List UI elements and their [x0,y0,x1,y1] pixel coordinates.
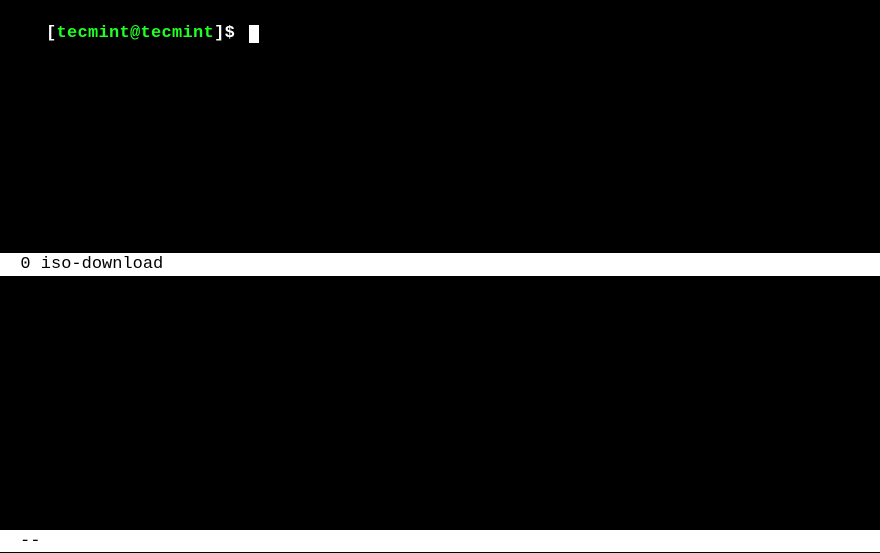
prompt-bracket-open: [ [46,24,57,43]
status-bar: 0 iso-download [0,253,880,276]
shell-prompt[interactable]: [tecmint@tecmint]$ [4,1,259,67]
terminal-pane-bottom[interactable] [0,276,880,530]
terminal-pane-top[interactable]: [tecmint@tecmint]$ [0,0,880,253]
prompt-bracket-close: ] [214,24,225,43]
footer-bar: -- [0,530,880,552]
prompt-symbol: $ [225,24,246,43]
cursor-icon [249,25,259,43]
prompt-user-host: tecmint@tecmint [57,24,215,43]
